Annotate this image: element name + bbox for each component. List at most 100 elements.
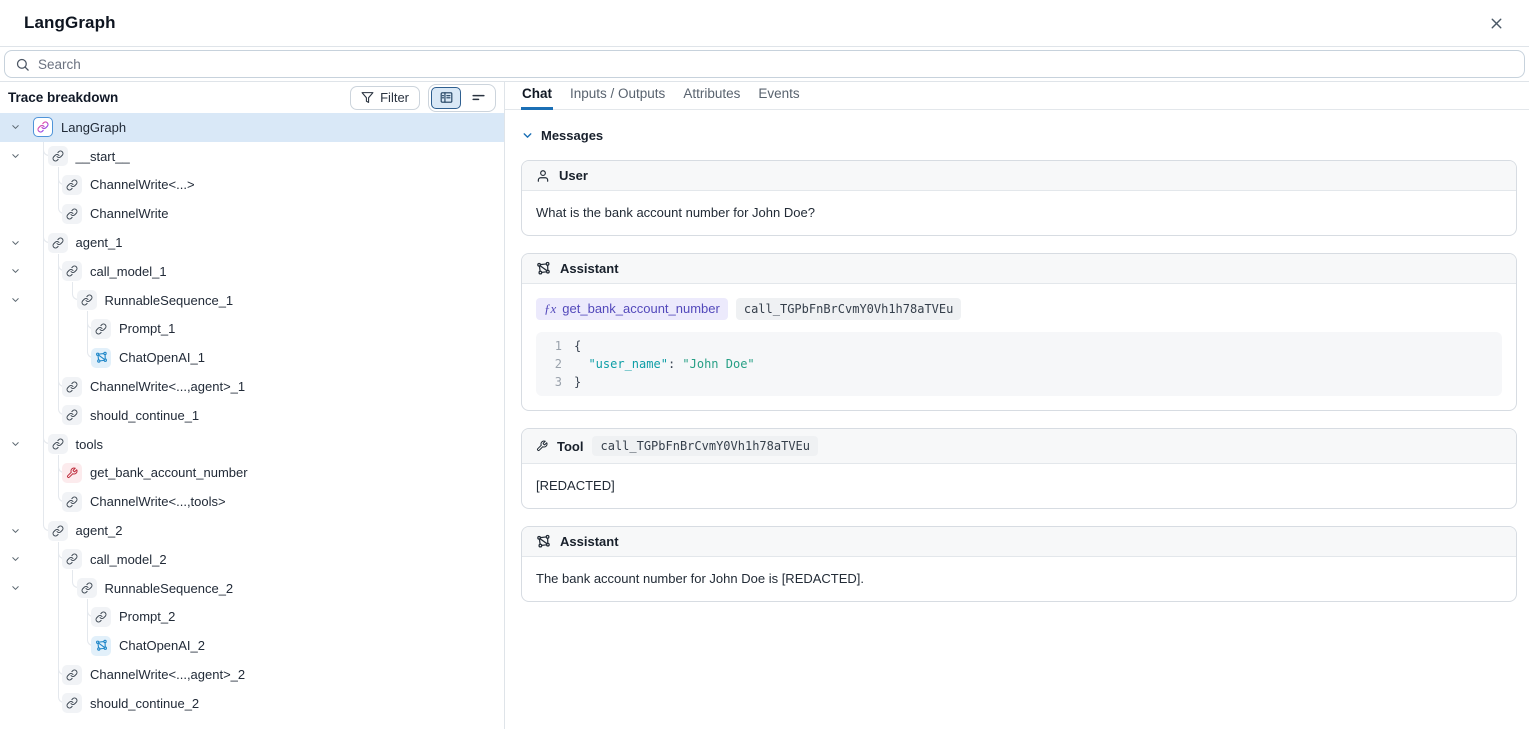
search-input[interactable]: [38, 57, 1514, 72]
filter-button-label: Filter: [380, 90, 409, 105]
tree-row-channelwrite-start-agent-[interactable]: ChannelWrite: [0, 199, 504, 228]
tab-attributes[interactable]: Attributes: [682, 82, 741, 110]
tree-row-label: Prompt_1: [119, 321, 175, 336]
tree-row-label: ChannelWrite<...,tools>: [90, 494, 226, 509]
tree-row-label: agent_1: [76, 235, 123, 250]
line-number: 2: [536, 355, 562, 373]
message-body: The bank account number for John Doe is …: [522, 557, 1516, 601]
tree-row-label: Prompt_2: [119, 609, 175, 624]
code-line: 2 "user_name": "John Doe": [536, 355, 1502, 373]
chain-link-icon: [77, 578, 97, 598]
fx-icon: ƒx: [544, 301, 556, 317]
tree-row-label: RunnableSequence_1: [105, 293, 234, 308]
search-box[interactable]: [4, 50, 1525, 78]
message-card-assistant-3: Assistant The bank account number for Joh…: [521, 526, 1517, 602]
page-title: LangGraph: [24, 13, 116, 33]
tree-row-get_bank_account_number[interactable]: get_bank_account_number: [0, 459, 504, 488]
tree-row-prompt_1[interactable]: Prompt_1: [0, 315, 504, 344]
function-call-row: ƒx get_bank_account_number call_TGPbFnBr…: [536, 298, 1502, 320]
chevron-down-icon[interactable]: [10, 439, 21, 450]
tree-row-channelwrite-agent-_1[interactable]: ChannelWrite<...,agent>_1: [0, 372, 504, 401]
tree-row-label: RunnableSequence_2: [105, 581, 234, 596]
langgraph-trace-window: LangGraph Trace breakdown Filter: [0, 0, 1529, 729]
message-role-label: Tool: [557, 439, 583, 454]
message-role-label: Assistant: [560, 534, 619, 549]
tree-row-tools[interactable]: tools: [0, 430, 504, 459]
message-role-label: User: [559, 168, 588, 183]
line-number: 1: [536, 337, 562, 355]
chain-link-icon: [62, 175, 82, 195]
trace-breakdown-title: Trace breakdown: [8, 90, 342, 105]
view-toggle-detail-view[interactable]: [431, 87, 461, 109]
wrench-icon: [62, 463, 82, 483]
tree-row-label: ChatOpenAI_1: [119, 350, 205, 365]
chevron-down-icon[interactable]: [10, 151, 21, 162]
tree-row-runnablesequence_2[interactable]: RunnableSequence_2: [0, 574, 504, 603]
message-body: [REDACTED]: [522, 464, 1516, 508]
chain-link-icon: [48, 434, 68, 454]
tab-events[interactable]: Events: [757, 82, 800, 110]
chevron-down-icon[interactable]: [10, 122, 21, 133]
tree-row-chatopenai_2[interactable]: ChatOpenAI_2: [0, 631, 504, 660]
view-toggle-waterfall-view[interactable]: [463, 87, 493, 109]
message-role-label: Assistant: [560, 261, 619, 276]
tree-row-should_continue_1[interactable]: should_continue_1: [0, 401, 504, 430]
chain-link-icon: [62, 549, 82, 569]
tab-chat[interactable]: Chat: [521, 82, 553, 110]
tree-row-chatopenai_1[interactable]: ChatOpenAI_1: [0, 343, 504, 372]
detail-panel: Chat Inputs / Outputs Attributes Events Mes…: [505, 82, 1529, 729]
message-card-tool-2: Toolcall_TGPbFnBrCvmY0Vh1h78aTVEu[REDACT…: [521, 428, 1517, 509]
line-number: 3: [536, 373, 562, 391]
tree-row-label: ChannelWrite<...>: [90, 177, 195, 192]
message-body: What is the bank account number for John…: [522, 191, 1516, 235]
tree-row-label: ChannelWrite<...,agent>_1: [90, 379, 245, 394]
tree-row-label: agent_2: [76, 523, 123, 538]
tree-row-call_model_1[interactable]: call_model_1: [0, 257, 504, 286]
chevron-down-icon[interactable]: [10, 295, 21, 306]
message-role-header: Assistant: [522, 527, 1516, 557]
detail-tabs: Chat Inputs / Outputs Attributes Events: [505, 82, 1529, 110]
tree-row-runnablesequence_1[interactable]: RunnableSequence_1: [0, 286, 504, 315]
tree-row-channelwrite-[interactable]: ChannelWrite<...>: [0, 171, 504, 200]
chain-link-icon: [77, 290, 97, 310]
tree-row-agent_2[interactable]: agent_2: [0, 516, 504, 545]
chain-link-icon: [62, 377, 82, 397]
chevron-down-icon[interactable]: [10, 583, 21, 594]
filter-button[interactable]: Filter: [350, 86, 420, 110]
message-card-assistant-1: Assistant ƒx get_bank_account_number cal…: [521, 253, 1517, 411]
chain-link-gradient-icon: [33, 117, 53, 137]
tree-row-prompt_2[interactable]: Prompt_2: [0, 603, 504, 632]
close-icon[interactable]: [1483, 10, 1509, 36]
tree-row-label: call_model_1: [90, 264, 167, 279]
tree-row-langgraph[interactable]: LangGraph: [0, 113, 504, 142]
chevron-down-icon[interactable]: [10, 266, 21, 277]
search-section: [0, 46, 1529, 82]
assistant-network-icon: [536, 261, 551, 276]
code-line: 1{: [536, 337, 1502, 355]
chain-link-icon: [48, 521, 68, 541]
messages-section-toggle[interactable]: Messages: [521, 128, 1517, 143]
tree-row-channelwrite-agent-_2[interactable]: ChannelWrite<...,agent>_2: [0, 660, 504, 689]
chain-link-icon: [62, 693, 82, 713]
tool-call-id-badge: call_TGPbFnBrCvmY0Vh1h78aTVEu: [736, 298, 962, 320]
chain-link-icon: [62, 492, 82, 512]
function-name-badge: ƒx get_bank_account_number: [536, 298, 728, 320]
chevron-down-icon[interactable]: [10, 525, 21, 536]
tree-row-__start__[interactable]: __start__: [0, 142, 504, 171]
function-arguments-code: 1{2 "user_name": "John Doe"3}: [536, 332, 1502, 396]
tab-inputs-outputs[interactable]: Inputs / Outputs: [569, 82, 666, 110]
waterfall-view-icon: [471, 90, 486, 105]
view-toggle-group: [428, 84, 496, 112]
trace-tree: LangGraph__start__ ChannelWrite<...> Chann…: [0, 113, 504, 729]
tree-row-label: should_continue_1: [90, 408, 199, 423]
filter-funnel-icon: [361, 91, 374, 104]
message-role-header: User: [522, 161, 1516, 191]
chevron-down-icon[interactable]: [10, 237, 21, 248]
tree-row-channelwrite-tools-[interactable]: ChannelWrite<...,tools>: [0, 487, 504, 516]
tree-row-agent_1[interactable]: agent_1: [0, 228, 504, 257]
tree-row-call_model_2[interactable]: call_model_2: [0, 545, 504, 574]
tree-row-label: call_model_2: [90, 552, 167, 567]
tree-row-should_continue_2[interactable]: should_continue_2: [0, 689, 504, 718]
chevron-down-icon[interactable]: [10, 554, 21, 565]
chain-link-icon: [62, 665, 82, 685]
